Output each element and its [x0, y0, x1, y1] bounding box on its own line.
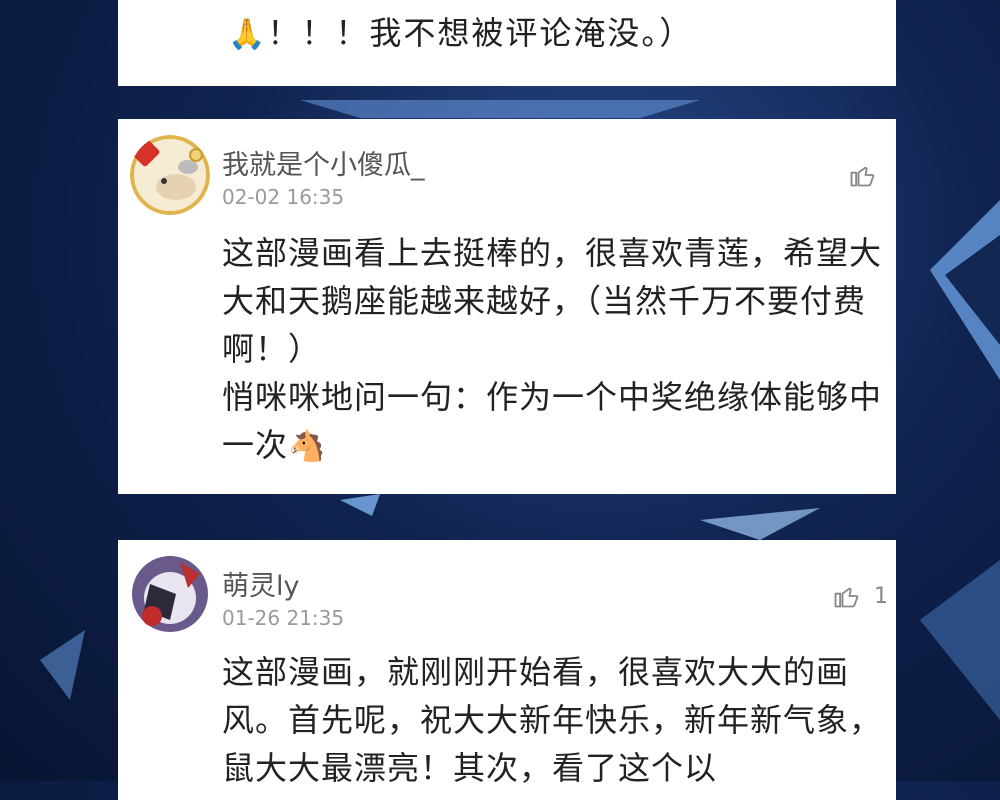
- avatar[interactable]: [130, 135, 210, 215]
- like-button[interactable]: 1: [832, 582, 888, 610]
- timestamp: 02-02 16:35: [222, 185, 345, 209]
- comment-paragraph: 这部漫画看上去挺棒的，很喜欢青莲，希望大大和天鹅座能越来越好，（当然千万不要付费…: [222, 234, 883, 368]
- comment-body: 这部漫画看上去挺棒的，很喜欢青莲，希望大大和天鹅座能越来越好，（当然千万不要付费…: [222, 229, 888, 471]
- username[interactable]: 我就是个小傻瓜_: [222, 143, 425, 182]
- comment-card: 我就是个小傻瓜_ 02-02 16:35 这部漫画看上去挺棒的，很喜欢青莲，希望…: [118, 119, 896, 494]
- horse-emoji: 🐴: [288, 429, 327, 464]
- like-button[interactable]: [848, 161, 890, 189]
- avatar-character-icon: [132, 556, 208, 632]
- timestamp: 01-26 21:35: [222, 606, 345, 630]
- comment-card: 萌灵ly 01-26 21:35 1 这部漫画，就刚刚开始看，很喜欢大大的画风。…: [118, 540, 896, 800]
- username[interactable]: 萌灵ly: [222, 564, 299, 603]
- comment-paragraph: 这部漫画，就刚刚开始看，很喜欢大大的画风。首先呢，祝大大新年快乐，新年新气象，鼠…: [222, 653, 883, 787]
- like-count: 1: [874, 583, 888, 609]
- comment-card-partial: 🙏！！！我不想被评论淹没。）: [118, 0, 896, 86]
- avatar[interactable]: [130, 554, 210, 634]
- comment-paragraph: 悄咪咪地问一句：作为一个中奖绝缘体能够中一次🐴: [222, 378, 883, 464]
- comment-body: 这部漫画，就刚刚开始看，很喜欢大大的画风。首先呢，祝大大新年快乐，新年新气象，鼠…: [222, 648, 888, 792]
- thumbs-up-icon: [850, 166, 875, 187]
- avatar-hamster-icon: [130, 135, 210, 215]
- comment-text-tail: 🙏！！！我不想被评论淹没。）: [228, 14, 694, 52]
- thumbs-up-icon: [834, 587, 859, 608]
- praying-hands-emoji: 🙏: [228, 17, 268, 52]
